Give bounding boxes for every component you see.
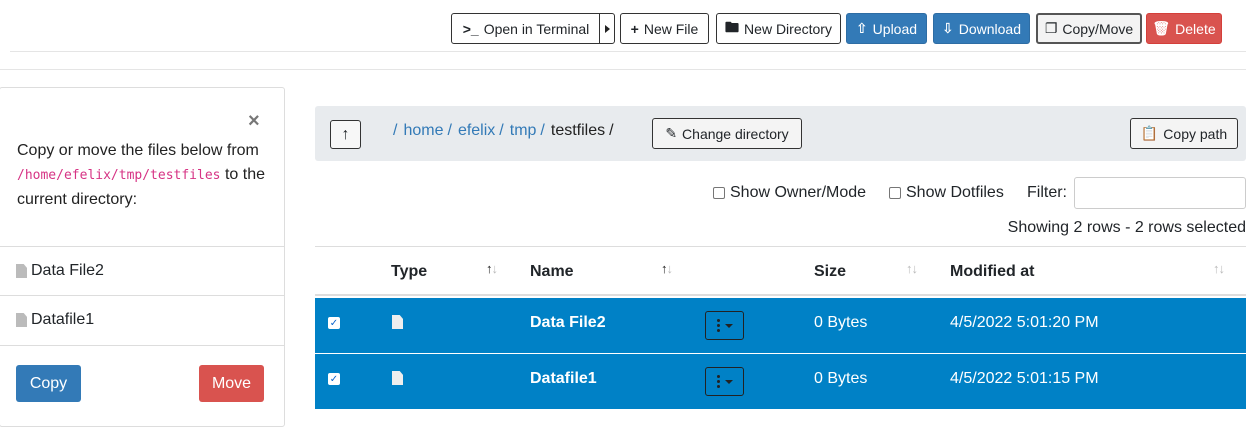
new-directory-label: New Directory: [744, 20, 832, 37]
sort-icon[interactable]: ↑↓: [906, 261, 918, 276]
modified-cell: 4/5/2022 5:01:20 PM: [950, 314, 1099, 331]
list-item: Datafile1: [0, 295, 284, 344]
row-checkbox[interactable]: ✓: [328, 317, 340, 329]
divider: [10, 51, 1246, 52]
clipboard-icon: 📋: [1140, 125, 1159, 141]
show-dotfiles-label: Show Dotfiles: [906, 184, 1004, 201]
divider: [0, 345, 284, 346]
kebab-icon: [716, 375, 720, 388]
new-directory-button[interactable]: 🖿 New Directory: [716, 13, 841, 44]
table-row[interactable]: ✓ Data File2 0 Bytes 4/5/2022 5:01:20 PM: [315, 298, 1246, 353]
upload-icon: ⇧: [855, 20, 868, 36]
breadcrumb-link-efelix[interactable]: efelix: [458, 122, 495, 140]
column-header-name[interactable]: Name: [530, 263, 574, 281]
show-owner-mode-label: Show Owner/Mode: [730, 184, 867, 201]
change-directory-button[interactable]: ✎ Change directory: [652, 118, 802, 149]
show-owner-mode-option[interactable]: Show Owner/Mode: [713, 184, 866, 202]
row-checkbox[interactable]: ✓: [328, 373, 340, 385]
folder-plus-icon: 🖿: [725, 18, 740, 35]
breadcrumb-current: testfiles: [550, 122, 606, 139]
column-header-modified[interactable]: Modified at: [950, 263, 1034, 281]
breadcrumb-separator: /: [609, 122, 614, 139]
modified-cell: 4/5/2022 5:01:15 PM: [950, 370, 1099, 387]
table-options: Show Owner/Mode Show Dotfiles Filter:: [0, 181, 1252, 205]
breadcrumb-link-tmp[interactable]: tmp: [510, 122, 537, 140]
list-item-label: Data File2: [31, 262, 104, 279]
up-directory-button[interactable]: ↑: [330, 120, 361, 149]
terminal-icon: >_: [462, 20, 479, 37]
breadcrumb-separator: /: [393, 122, 398, 139]
file-icon: [392, 315, 403, 329]
name-cell[interactable]: Data File2: [530, 314, 606, 332]
breadcrumb-separator: /: [447, 122, 452, 139]
kebab-icon: [716, 319, 720, 332]
arrow-up-icon: ↑: [341, 125, 350, 143]
row-actions-menu-button[interactable]: [705, 367, 744, 396]
plus-icon: +: [630, 20, 639, 37]
breadcrumb-separator: /: [540, 122, 545, 139]
open-terminal-button[interactable]: >_ Open in Terminal: [451, 13, 601, 44]
file-icon: [392, 371, 403, 385]
upload-label: Upload: [872, 20, 918, 37]
new-file-button[interactable]: + New File: [620, 13, 709, 44]
size-cell: 0 Bytes: [814, 370, 868, 387]
download-label: Download: [958, 20, 1021, 37]
file-icon: [16, 313, 27, 327]
open-terminal-label: Open in Terminal: [483, 20, 590, 37]
copy-icon: ❐: [1044, 20, 1058, 36]
copy-path-label: Copy path: [1163, 125, 1228, 142]
edit-icon: ✎: [665, 125, 678, 141]
show-dotfiles-option[interactable]: Show Dotfiles: [889, 184, 1004, 202]
sort-icon[interactable]: ↑↓: [1213, 261, 1225, 276]
close-icon[interactable]: ×: [248, 110, 260, 133]
row-actions-menu-button[interactable]: [705, 311, 744, 340]
show-dotfiles-checkbox[interactable]: [889, 187, 901, 199]
chevron-down-icon: [724, 323, 733, 328]
row-count-status: Showing 2 rows - 2 rows selected: [1007, 219, 1246, 236]
table-header: Type ↑↓ Name ↑↓ Size ↑↓ Modified at ↑↓: [315, 246, 1246, 296]
download-button[interactable]: ⇩ Download: [933, 13, 1030, 44]
sort-icon[interactable]: ↑↓: [486, 261, 498, 276]
breadcrumb: / home / efelix / tmp / testfiles /: [389, 122, 614, 140]
trash-icon: 🗑: [1152, 20, 1171, 36]
toolbar: >_ Open in Terminal + New File 🖿 New Dir…: [0, 13, 1252, 45]
type-cell: [392, 371, 403, 390]
new-file-label: New File: [643, 20, 699, 37]
instructions-text-start: Copy or move the files below from: [17, 142, 259, 159]
upload-button[interactable]: ⇧ Upload: [846, 13, 927, 44]
type-cell: [392, 315, 403, 334]
list-item: Data File2: [0, 246, 284, 295]
filter-input[interactable]: [1074, 177, 1246, 209]
copy-move-label: Copy/Move: [1062, 20, 1134, 37]
breadcrumb-link-home[interactable]: home: [403, 122, 443, 140]
chevron-down-icon: [724, 379, 733, 384]
move-button[interactable]: Move: [199, 365, 264, 402]
copy-path-button[interactable]: 📋 Copy path: [1130, 118, 1238, 149]
column-header-type[interactable]: Type: [391, 263, 427, 281]
column-header-size[interactable]: Size: [814, 263, 846, 281]
size-cell: 0 Bytes: [814, 314, 868, 331]
caret-right-icon: [604, 24, 610, 33]
list-item-label: Datafile1: [31, 311, 95, 328]
download-icon: ⇩: [942, 20, 954, 36]
name-cell[interactable]: Datafile1: [530, 370, 597, 388]
filter-label: Filter:: [1027, 184, 1067, 201]
show-owner-mode-checkbox[interactable]: [713, 187, 725, 199]
terminal-dropdown-toggle[interactable]: [599, 13, 615, 44]
table-row[interactable]: ✓ Datafile1 0 Bytes 4/5/2022 5:01:15 PM: [315, 354, 1246, 409]
copy-move-panel: × Copy or move the files below from /hom…: [0, 87, 285, 427]
delete-button[interactable]: 🗑 Delete: [1146, 13, 1222, 44]
file-icon: [16, 264, 27, 278]
copy-button[interactable]: Copy: [16, 365, 81, 402]
breadcrumb-separator: /: [499, 122, 504, 139]
sort-icon[interactable]: ↑↓: [661, 261, 673, 276]
copy-move-button[interactable]: ❐ Copy/Move: [1036, 13, 1142, 44]
divider: [0, 69, 1246, 70]
change-directory-label: Change directory: [682, 125, 789, 142]
breadcrumb-bar: ↑ / home / efelix / tmp / testfiles / ✎ …: [315, 106, 1246, 161]
delete-label: Delete: [1175, 20, 1216, 37]
